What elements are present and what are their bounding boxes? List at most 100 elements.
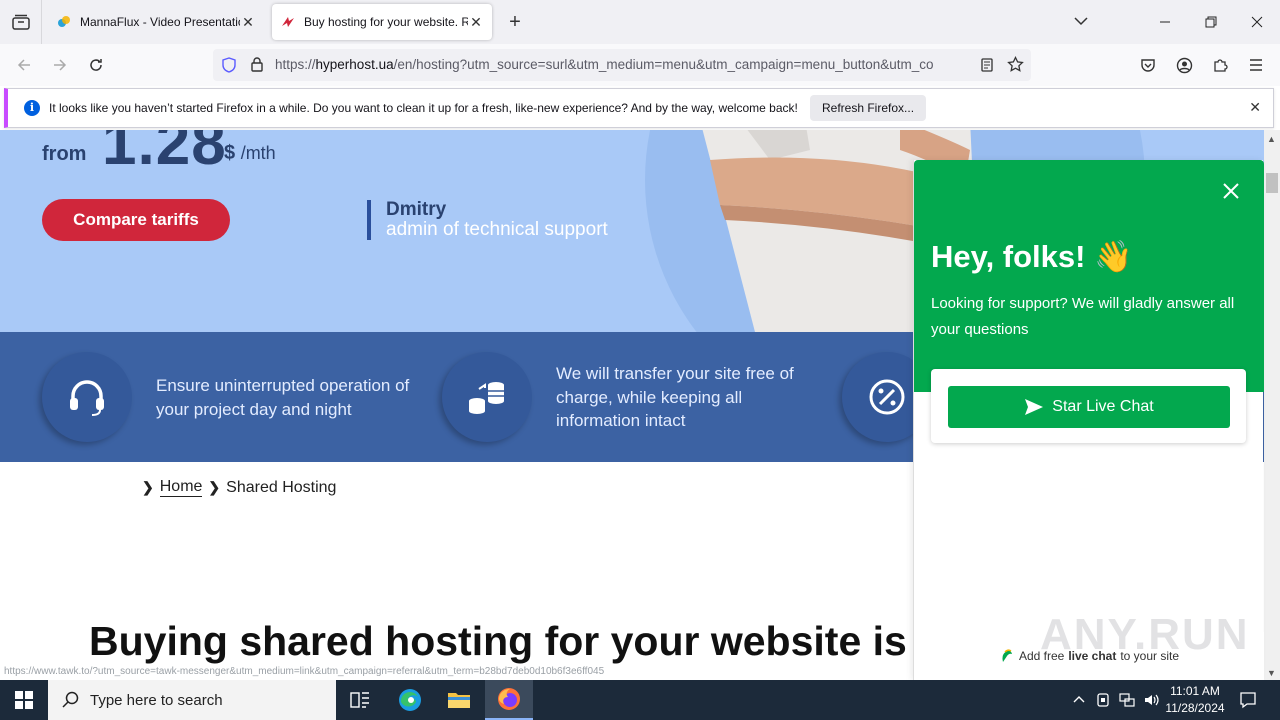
chat-title: Hey, folks! 👋: [931, 239, 1133, 274]
close-icon: [1251, 16, 1263, 28]
url-scheme: https://: [275, 57, 316, 72]
tab-title: Buy hosting for your website. R: [304, 15, 468, 29]
forward-button[interactable]: [47, 52, 73, 78]
chat-start-card: Star Live Chat: [931, 369, 1246, 443]
file-explorer-taskbar-button[interactable]: [435, 680, 483, 720]
tab-close-icon[interactable]: ✕: [240, 14, 256, 31]
breadcrumb-separator-icon: ❯: [208, 479, 221, 495]
breadcrumb: ❯ Home ❯ Shared Hosting: [142, 478, 336, 497]
folder-icon: [448, 693, 470, 708]
tab-close-icon[interactable]: ✕: [468, 14, 484, 31]
refresh-firefox-notification: i It looks like you haven’t started Fire…: [4, 88, 1274, 128]
chevron-up-icon: [1073, 696, 1085, 703]
hamburger-menu-icon: [1250, 59, 1262, 71]
clock-date: 11/28/2024: [1165, 701, 1225, 715]
extensions-button[interactable]: [1207, 52, 1233, 78]
edge-icon: [399, 689, 421, 711]
reload-button[interactable]: [83, 52, 109, 78]
task-view-button[interactable]: [336, 680, 384, 720]
price-period: /mth: [240, 143, 276, 163]
back-button[interactable]: [11, 52, 37, 78]
tab-hyperhost[interactable]: Buy hosting for your website. R ✕: [272, 4, 492, 40]
url-domain: hyperhost.ua: [315, 57, 394, 72]
page-heading: Buying shared hosting for your website i…: [89, 618, 942, 664]
feature-text: Ensure uninterrupted operation of your p…: [156, 376, 410, 419]
notification-close-icon[interactable]: ✕: [1249, 99, 1261, 116]
send-icon: [1025, 399, 1044, 415]
chat-subtitle: Looking for support? We will gladly answ…: [931, 295, 1235, 338]
start-live-chat-button[interactable]: Star Live Chat: [948, 386, 1230, 428]
compare-tariffs-button[interactable]: Compare tariffs: [42, 199, 230, 241]
chat-close-icon[interactable]: [1220, 180, 1242, 202]
feature-icon-circle: [442, 352, 532, 442]
scroll-up-icon[interactable]: ▲: [1267, 134, 1276, 144]
firefox-icon: [498, 688, 520, 710]
scroll-down-icon[interactable]: ▼: [1267, 668, 1276, 678]
breadcrumb-home-link[interactable]: Home: [159, 478, 203, 497]
start-live-chat-label: Star Live Chat: [1052, 398, 1154, 415]
tab-list-icon: [11, 14, 30, 30]
arrow-right-icon: [54, 59, 67, 71]
reader-view-icon[interactable]: [979, 57, 995, 73]
reload-icon: [90, 59, 102, 71]
tab-title: MannaFlux - Video Presentation: [80, 15, 240, 29]
list-all-tabs-button[interactable]: [1072, 12, 1090, 35]
tray-app-icon[interactable]: [1091, 680, 1115, 720]
quote-author-role: admin of technical support: [386, 219, 608, 240]
chevron-down-icon: [1074, 17, 1088, 26]
live-chat-widget: Hey, folks! 👋 Looking for support? We wi…: [913, 160, 1264, 680]
quote-author-name: Dmitry: [386, 199, 447, 220]
tracking-protection-shield-icon[interactable]: [221, 57, 237, 73]
notification-message: It looks like you haven’t started Firefo…: [49, 101, 798, 115]
feature-icon-circle: [42, 352, 132, 442]
refresh-firefox-button[interactable]: Refresh Firefox...: [810, 95, 927, 121]
network-tray-button[interactable]: [1115, 680, 1139, 720]
lock-icon[interactable]: [249, 56, 265, 73]
search-icon: [62, 691, 79, 708]
tab-list-button[interactable]: [0, 0, 42, 44]
show-hidden-icons-button[interactable]: [1067, 680, 1091, 720]
arrow-left-icon: [17, 59, 30, 71]
tab-mannaflux[interactable]: MannaFlux - Video Presentation ✕: [48, 4, 264, 40]
clock-time: 11:01 AM: [1170, 684, 1220, 698]
app-menu-button[interactable]: [1243, 52, 1269, 78]
navigation-toolbar: https://hyperhost.ua/en/hosting?utm_sour…: [0, 44, 1280, 86]
anyrun-watermark: ANY.RUN: [1040, 610, 1250, 659]
search-placeholder: Type here to search: [90, 691, 223, 709]
start-button[interactable]: [0, 680, 48, 720]
feature-text: We will transfer your site free of charg…: [556, 364, 794, 430]
price-value: 1.28: [102, 130, 227, 178]
taskbar-clock[interactable]: 11:01 AM 11/28/2024: [1160, 683, 1230, 717]
task-view-icon: [350, 692, 369, 708]
mannaflux-favicon-icon: [58, 16, 70, 27]
page-scrollbar[interactable]: ▲ ▼: [1264, 130, 1280, 680]
restore-button[interactable]: [1188, 0, 1234, 44]
database-transfer-icon: [469, 382, 504, 414]
percent-icon: [869, 379, 905, 415]
bookmark-star-icon[interactable]: [1007, 56, 1024, 73]
address-bar[interactable]: https://hyperhost.ua/en/hosting?utm_sour…: [213, 49, 1031, 81]
windows-taskbar: Type here to search 11:01 AM 11/28/2024: [0, 680, 1280, 720]
hyperhost-favicon-icon: [282, 17, 294, 27]
puzzle-icon: [1214, 59, 1228, 72]
network-icon: [1119, 693, 1135, 707]
minimize-button[interactable]: [1142, 0, 1188, 44]
price-unit: $ /mth: [224, 142, 276, 165]
pocket-button[interactable]: [1135, 52, 1161, 78]
breadcrumb-current: Shared Hosting: [226, 478, 337, 496]
new-tab-button[interactable]: +: [503, 10, 527, 34]
price-from-label: from: [42, 143, 87, 165]
tawk-logo-icon: [1002, 649, 1012, 662]
edge-taskbar-button[interactable]: [386, 680, 434, 720]
taskbar-search-box[interactable]: Type here to search: [48, 680, 336, 720]
action-center-button[interactable]: [1236, 680, 1260, 720]
restore-icon: [1205, 16, 1217, 28]
breadcrumb-separator-icon: ❯: [142, 479, 154, 495]
account-button[interactable]: [1171, 52, 1197, 78]
firefox-taskbar-button[interactable]: [485, 680, 533, 720]
close-window-button[interactable]: [1234, 0, 1280, 44]
pocket-icon: [1141, 59, 1155, 72]
price-currency: $: [224, 142, 236, 164]
scrollbar-thumb[interactable]: [1266, 173, 1278, 193]
minimize-icon: [1160, 21, 1170, 23]
